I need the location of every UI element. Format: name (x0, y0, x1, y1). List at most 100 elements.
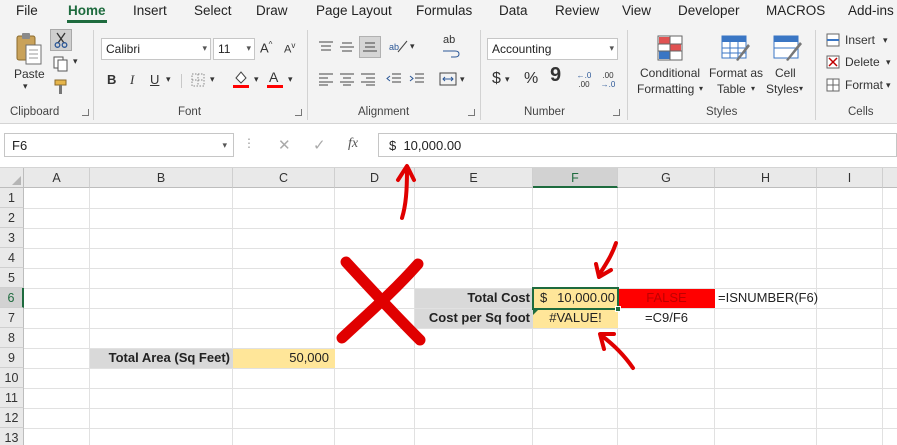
paste-icon[interactable] (12, 30, 46, 68)
row-header-4[interactable]: 4 (0, 248, 24, 268)
row-header-9[interactable]: 9 (0, 348, 24, 368)
grip-dots-icon[interactable]: ⋮ (243, 136, 255, 150)
number-launcher-icon[interactable] (613, 109, 620, 116)
row-header-6[interactable]: 6 (0, 288, 24, 308)
column-header-a[interactable]: A (24, 168, 90, 188)
cell-g7[interactable]: =C9/F6 (618, 309, 715, 327)
cancel-icon[interactable]: ✕ (278, 136, 291, 154)
format-as-table-label-1[interactable]: Format as (709, 66, 763, 80)
align-right-icon[interactable] (359, 70, 377, 88)
orientation-icon[interactable]: ab (387, 36, 409, 56)
tab-developer[interactable]: Developer (678, 3, 740, 18)
row-header-3[interactable]: 3 (0, 228, 24, 248)
cut-icon[interactable] (50, 29, 72, 51)
format-table-dropdown-icon[interactable]: ▾ (751, 84, 755, 93)
format-as-table-icon[interactable] (719, 32, 751, 64)
column-header-d[interactable]: D (335, 168, 415, 188)
alignment-launcher-icon[interactable] (468, 109, 475, 116)
fill-color-icon[interactable] (232, 69, 250, 89)
decrease-decimal-button[interactable]: .00 →.0 (598, 68, 618, 92)
merge-center-icon[interactable] (438, 69, 458, 89)
bold-button[interactable]: B (107, 72, 116, 87)
tab-review[interactable]: Review (555, 3, 599, 18)
insert-dropdown-icon[interactable]: ▾ (883, 35, 888, 46)
row-header-5[interactable]: 5 (0, 268, 24, 288)
tab-home[interactable]: Home (68, 3, 106, 18)
increase-decimal-button[interactable]: ←.0 .00 (574, 68, 594, 92)
cell-g6[interactable]: FALSE (618, 289, 715, 307)
row-header-1[interactable]: 1 (0, 188, 24, 208)
borders-dropdown-icon[interactable]: ▾ (210, 74, 215, 85)
cell-e7[interactable]: Cost per Sq foot (415, 309, 530, 327)
format-painter-icon[interactable] (50, 77, 72, 97)
insert-cells-icon[interactable] (825, 32, 841, 48)
row-header-11[interactable]: 11 (0, 388, 24, 408)
shrink-font-button[interactable]: Av (284, 41, 295, 56)
format-dropdown-icon[interactable]: ▾ (886, 80, 891, 91)
paste-button[interactable]: Paste (14, 67, 45, 81)
number-format-box[interactable]: Accounting ▾ (487, 38, 618, 60)
font-name-box[interactable]: Calibri ▾ (101, 38, 211, 60)
conditional-formatting-label-1[interactable]: Conditional (640, 66, 700, 80)
align-top-icon[interactable] (317, 38, 335, 56)
row-header-2[interactable]: 2 (0, 208, 24, 228)
borders-icon[interactable] (189, 71, 207, 89)
tab-draw[interactable]: Draw (256, 3, 288, 18)
tab-add-ins[interactable]: Add-ins (848, 3, 894, 18)
row-header-7[interactable]: 7 (0, 308, 24, 328)
cell-f7[interactable]: #VALUE! (533, 309, 618, 327)
decrease-indent-icon[interactable] (385, 70, 403, 88)
cell-styles-dropdown-icon[interactable]: ▾ (799, 84, 803, 93)
comma-style-button[interactable]: 9 (550, 64, 561, 87)
copy-icon[interactable] (50, 54, 72, 74)
orientation-dropdown-icon[interactable]: ▾ (410, 41, 415, 52)
cell-styles-icon[interactable] (771, 32, 803, 64)
delete-dropdown-icon[interactable]: ▾ (886, 57, 891, 68)
fill-handle[interactable] (615, 306, 621, 312)
select-all-button[interactable] (0, 168, 24, 188)
cell-styles-label-1[interactable]: Cell (775, 66, 796, 80)
cell-h6[interactable]: =ISNUMBER(F6) (718, 289, 818, 307)
insert-cells-button[interactable]: Insert (845, 33, 875, 47)
accounting-dropdown-icon[interactable]: ▾ (505, 74, 510, 85)
formula-input[interactable]: $ 10,000.00 (378, 133, 897, 157)
percent-style-button[interactable]: % (524, 70, 538, 88)
tab-select[interactable]: Select (194, 3, 232, 18)
column-header-f[interactable]: F (533, 168, 618, 188)
cell-styles-label-2[interactable]: Styles (766, 82, 799, 96)
align-middle-icon[interactable] (338, 38, 356, 56)
name-box[interactable]: F6 ▾ (4, 133, 234, 157)
delete-cells-button[interactable]: Delete (845, 55, 880, 69)
conditional-dropdown-icon[interactable]: ▾ (699, 84, 703, 93)
tab-insert[interactable]: Insert (133, 3, 167, 18)
column-header-i[interactable]: I (817, 168, 883, 188)
column-header-g[interactable]: G (618, 168, 715, 188)
underline-button[interactable]: U (150, 72, 159, 87)
format-cells-icon[interactable] (825, 77, 841, 93)
tab-view[interactable]: View (622, 3, 651, 18)
delete-cells-icon[interactable] (825, 54, 841, 70)
align-left-icon[interactable] (317, 70, 335, 88)
accounting-format-button[interactable]: $ (492, 70, 501, 88)
format-as-table-label-2[interactable]: Table (717, 82, 746, 96)
tab-data[interactable]: Data (499, 3, 528, 18)
column-header-h[interactable]: H (715, 168, 817, 188)
copy-dropdown-icon[interactable]: ▾ (73, 56, 78, 67)
row-header-13[interactable]: 13 (0, 428, 24, 445)
insert-function-button[interactable]: fx (348, 136, 358, 152)
grow-font-button[interactable]: A^ (260, 40, 272, 55)
tab-page-layout[interactable]: Page Layout (316, 3, 392, 18)
font-launcher-icon[interactable] (295, 109, 302, 116)
conditional-formatting-icon[interactable] (655, 32, 685, 64)
italic-button[interactable]: I (130, 72, 134, 88)
wrap-text-icon[interactable]: ab (440, 34, 462, 60)
tab-formulas[interactable]: Formulas (416, 3, 472, 18)
fill-color-dropdown-icon[interactable]: ▾ (254, 74, 259, 85)
conditional-formatting-label-2[interactable]: Formatting (637, 82, 694, 96)
row-header-8[interactable]: 8 (0, 328, 24, 348)
row-header-10[interactable]: 10 (0, 368, 24, 388)
enter-icon[interactable]: ✓ (313, 136, 326, 154)
column-header-e[interactable]: E (415, 168, 533, 188)
cell-e6[interactable]: Total Cost (415, 289, 530, 307)
align-center-icon[interactable] (338, 70, 356, 88)
